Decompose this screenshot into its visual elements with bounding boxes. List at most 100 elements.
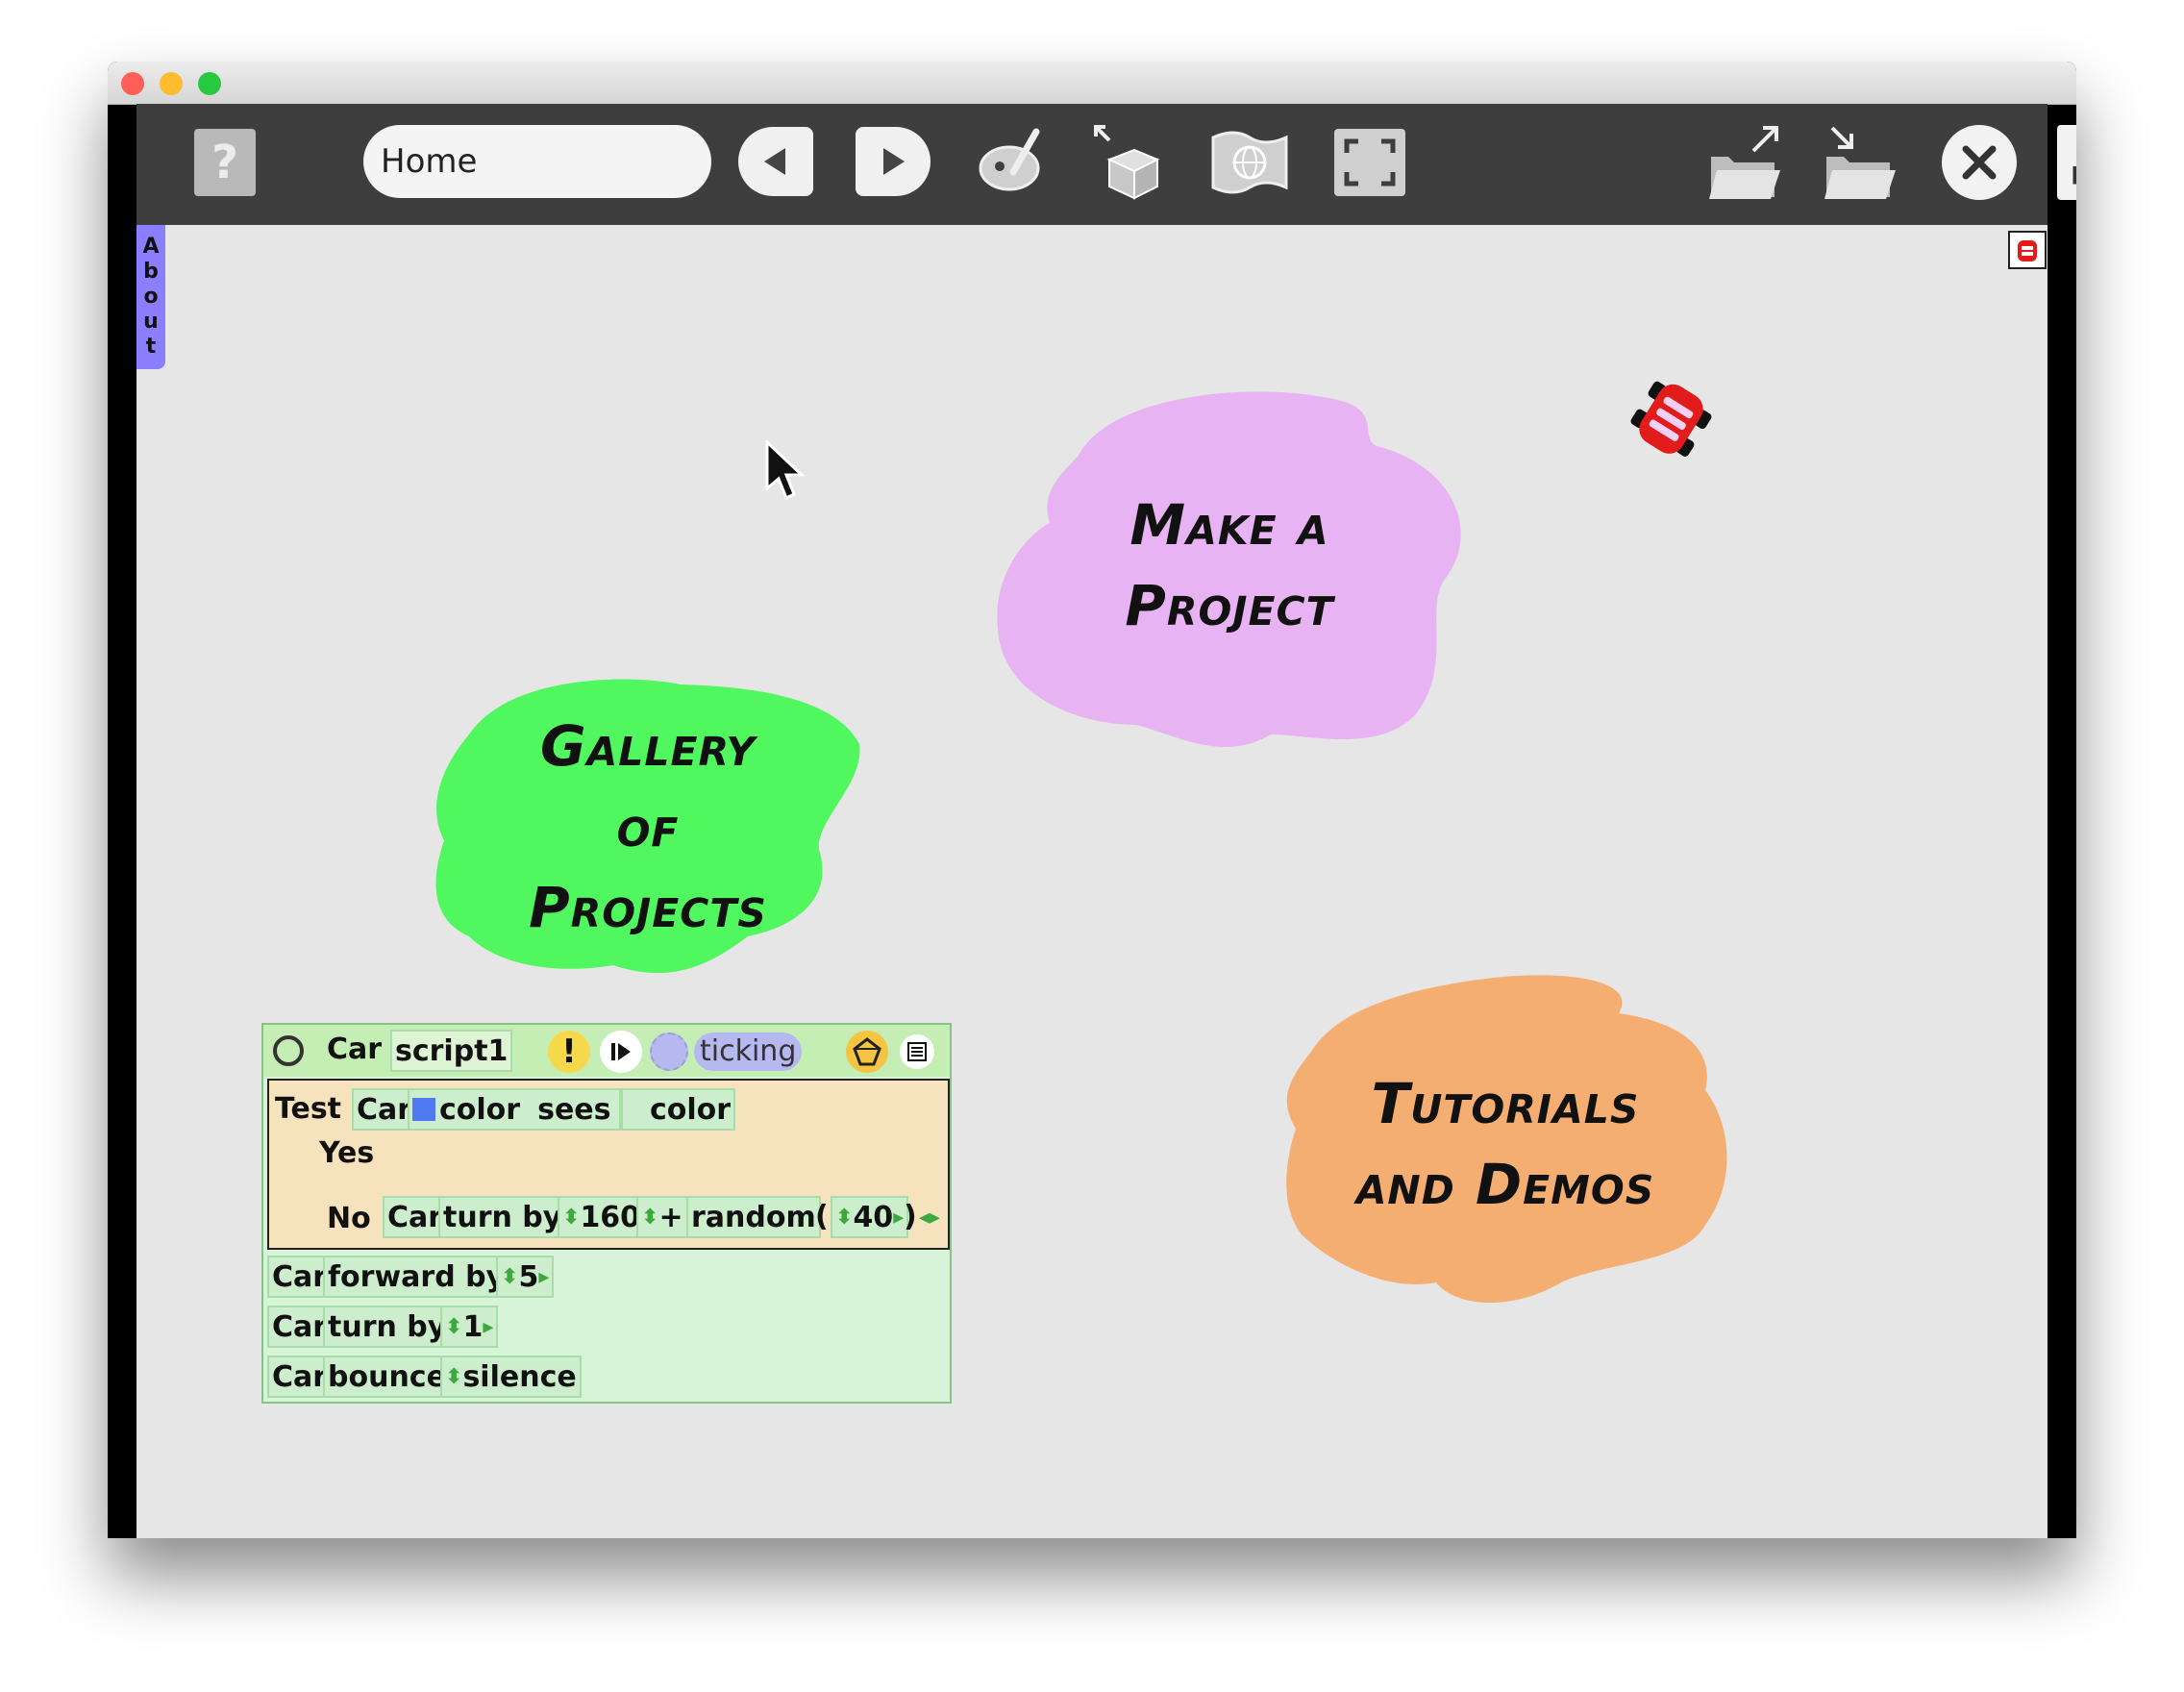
gallery-of-projects-blob[interactable]: Gallery of Projects (431, 677, 865, 981)
blob-label-line: Gallery (539, 713, 757, 779)
supplies-button[interactable] (1088, 119, 1175, 206)
no-command-tile[interactable]: turn by (438, 1196, 567, 1238)
world-thumbnail[interactable] (2008, 231, 2047, 269)
up-down-arrow-icon[interactable]: ⬍ (641, 1206, 658, 1230)
open-project-button[interactable] (1821, 121, 1901, 204)
expand-button[interactable] (2057, 125, 2076, 200)
about-letter: b (143, 260, 159, 284)
script-hamburger-button[interactable] (900, 1034, 934, 1069)
full-screen-button[interactable] (1334, 129, 1405, 196)
test-object-tile[interactable]: Car (352, 1088, 417, 1131)
car-thumbnail-icon (2018, 240, 2037, 261)
right-arrow-icon[interactable]: ▸ (538, 1265, 549, 1289)
quit-button[interactable] (1942, 125, 2017, 200)
ticking-status-button[interactable]: ticking (694, 1033, 803, 1071)
script-collapse-button[interactable] (273, 1035, 304, 1066)
mouse-cursor (765, 438, 813, 502)
blob-label: Make a Project (992, 485, 1467, 646)
tutorials-and-demos-blob[interactable]: Tutorials and Demos (1282, 975, 1728, 1307)
previous-project-button[interactable] (738, 127, 813, 196)
no-label: No (327, 1202, 371, 1235)
blob-label-line: Projects (529, 875, 767, 940)
predicate-word: color (439, 1092, 521, 1127)
extend-arrows-icon[interactable]: ◂▸ (919, 1206, 940, 1230)
help-button[interactable]: ? (194, 129, 256, 196)
plus-text: + (658, 1200, 683, 1234)
zoom-window-button[interactable] (198, 72, 221, 95)
random-function-tile[interactable]: random (686, 1196, 821, 1238)
line2-object-tile[interactable]: Car (267, 1306, 333, 1348)
minimize-window-button[interactable] (160, 72, 183, 95)
question-mark-icon: ? (211, 136, 238, 189)
make-a-project-blob[interactable]: Make a Project (992, 388, 1467, 754)
line3-object-tile[interactable]: Car (267, 1356, 333, 1398)
up-down-arrow-icon[interactable]: ⬍ (445, 1365, 462, 1389)
blob-label: Tutorials and Demos (1282, 1063, 1728, 1225)
blob-label-line: of (616, 794, 680, 859)
paint-palette-icon (979, 128, 1040, 191)
title-bar (108, 62, 2076, 105)
about-flap-tab[interactable]: A b o u t (136, 225, 165, 369)
no-value-tile[interactable]: ⬍ 160 (558, 1196, 646, 1238)
world-stage[interactable]: A b o u t Make a Project Gallery of Proj… (136, 225, 2048, 1538)
right-arrow-icon[interactable]: ▸ (893, 1206, 904, 1230)
triangle-right-icon (883, 148, 905, 175)
car-sprite[interactable] (1619, 365, 1725, 471)
tick-clock-button[interactable] (650, 1033, 688, 1071)
close-window-button[interactable] (121, 72, 144, 95)
up-down-arrow-icon[interactable]: ⬍ (835, 1206, 853, 1230)
test-label: Test (275, 1092, 342, 1126)
second-color-tile[interactable]: color (621, 1088, 736, 1131)
yes-label: Yes (319, 1136, 375, 1170)
test-block[interactable]: Test Car color sees color Yes No Car tur… (267, 1079, 950, 1250)
hamburger-icon (907, 1042, 927, 1061)
line1-command-tile[interactable]: forward by (323, 1256, 510, 1298)
up-down-arrow-icon[interactable]: ⬍ (445, 1315, 462, 1339)
line2-value-tile[interactable]: ⬍ 1 ▸ (440, 1306, 499, 1348)
random-value-text: 40 (853, 1200, 894, 1234)
no-object-tile[interactable]: Car (383, 1196, 448, 1238)
script-player-name: Car (327, 1033, 383, 1066)
frame-corners-icon (1344, 138, 1396, 187)
line3-value-tile[interactable]: ⬍ silence (440, 1356, 582, 1398)
folder-import-icon (1824, 126, 1896, 199)
close-circle-icon (1962, 145, 1997, 180)
line3-value-text: silence (462, 1359, 577, 1394)
close-paren: ) (904, 1200, 917, 1233)
step-icon (611, 1043, 631, 1060)
no-value-text: 160 (580, 1200, 641, 1234)
script-editor[interactable]: Car script1 ! ticking Test Car color see… (261, 1023, 952, 1404)
paint-button[interactable] (973, 123, 1054, 202)
line1-object-tile[interactable]: Car (267, 1256, 333, 1298)
random-value-tile[interactable]: ⬍ 40 ▸ (831, 1196, 909, 1238)
step-script-button[interactable] (600, 1031, 642, 1073)
blob-label-line: Tutorials (1371, 1071, 1640, 1136)
color-sees-tile[interactable]: color sees (408, 1088, 621, 1131)
language-button[interactable] (1205, 123, 1292, 202)
folder-export-icon (1709, 126, 1780, 199)
blob-label-line: Make a (1129, 492, 1329, 558)
up-down-arrow-icon[interactable]: ⬍ (562, 1206, 580, 1230)
color-swatch[interactable] (412, 1098, 435, 1121)
project-name-text: Home (381, 142, 478, 181)
plus-operator-tile[interactable]: ⬍ + (636, 1196, 688, 1238)
line2-command-tile[interactable]: turn by (323, 1306, 452, 1348)
project-name-field[interactable]: Home (363, 125, 711, 198)
right-arrow-icon[interactable]: ▸ (483, 1315, 493, 1339)
line3-command-tile[interactable]: bounce (323, 1356, 451, 1398)
expand-arrows-icon (2072, 166, 2076, 185)
blob-label: Gallery of Projects (431, 706, 865, 948)
script-menu-button[interactable] (846, 1031, 888, 1073)
about-letter: o (143, 285, 159, 309)
script-alert-button[interactable]: ! (548, 1031, 590, 1073)
script-name-field[interactable]: script1 (390, 1030, 513, 1072)
line1-value-tile[interactable]: ⬍ 5 ▸ (496, 1256, 555, 1298)
up-down-arrow-icon[interactable]: ⬍ (501, 1265, 518, 1289)
about-letter: t (145, 335, 157, 359)
navigator-toolbar: ? Home (136, 104, 2076, 225)
triangle-left-icon (764, 148, 785, 175)
publish-project-button[interactable] (1705, 121, 1786, 204)
arrow-cursor-icon (765, 438, 806, 501)
line2-value-text: 1 (462, 1309, 484, 1344)
next-project-button[interactable] (856, 127, 931, 196)
